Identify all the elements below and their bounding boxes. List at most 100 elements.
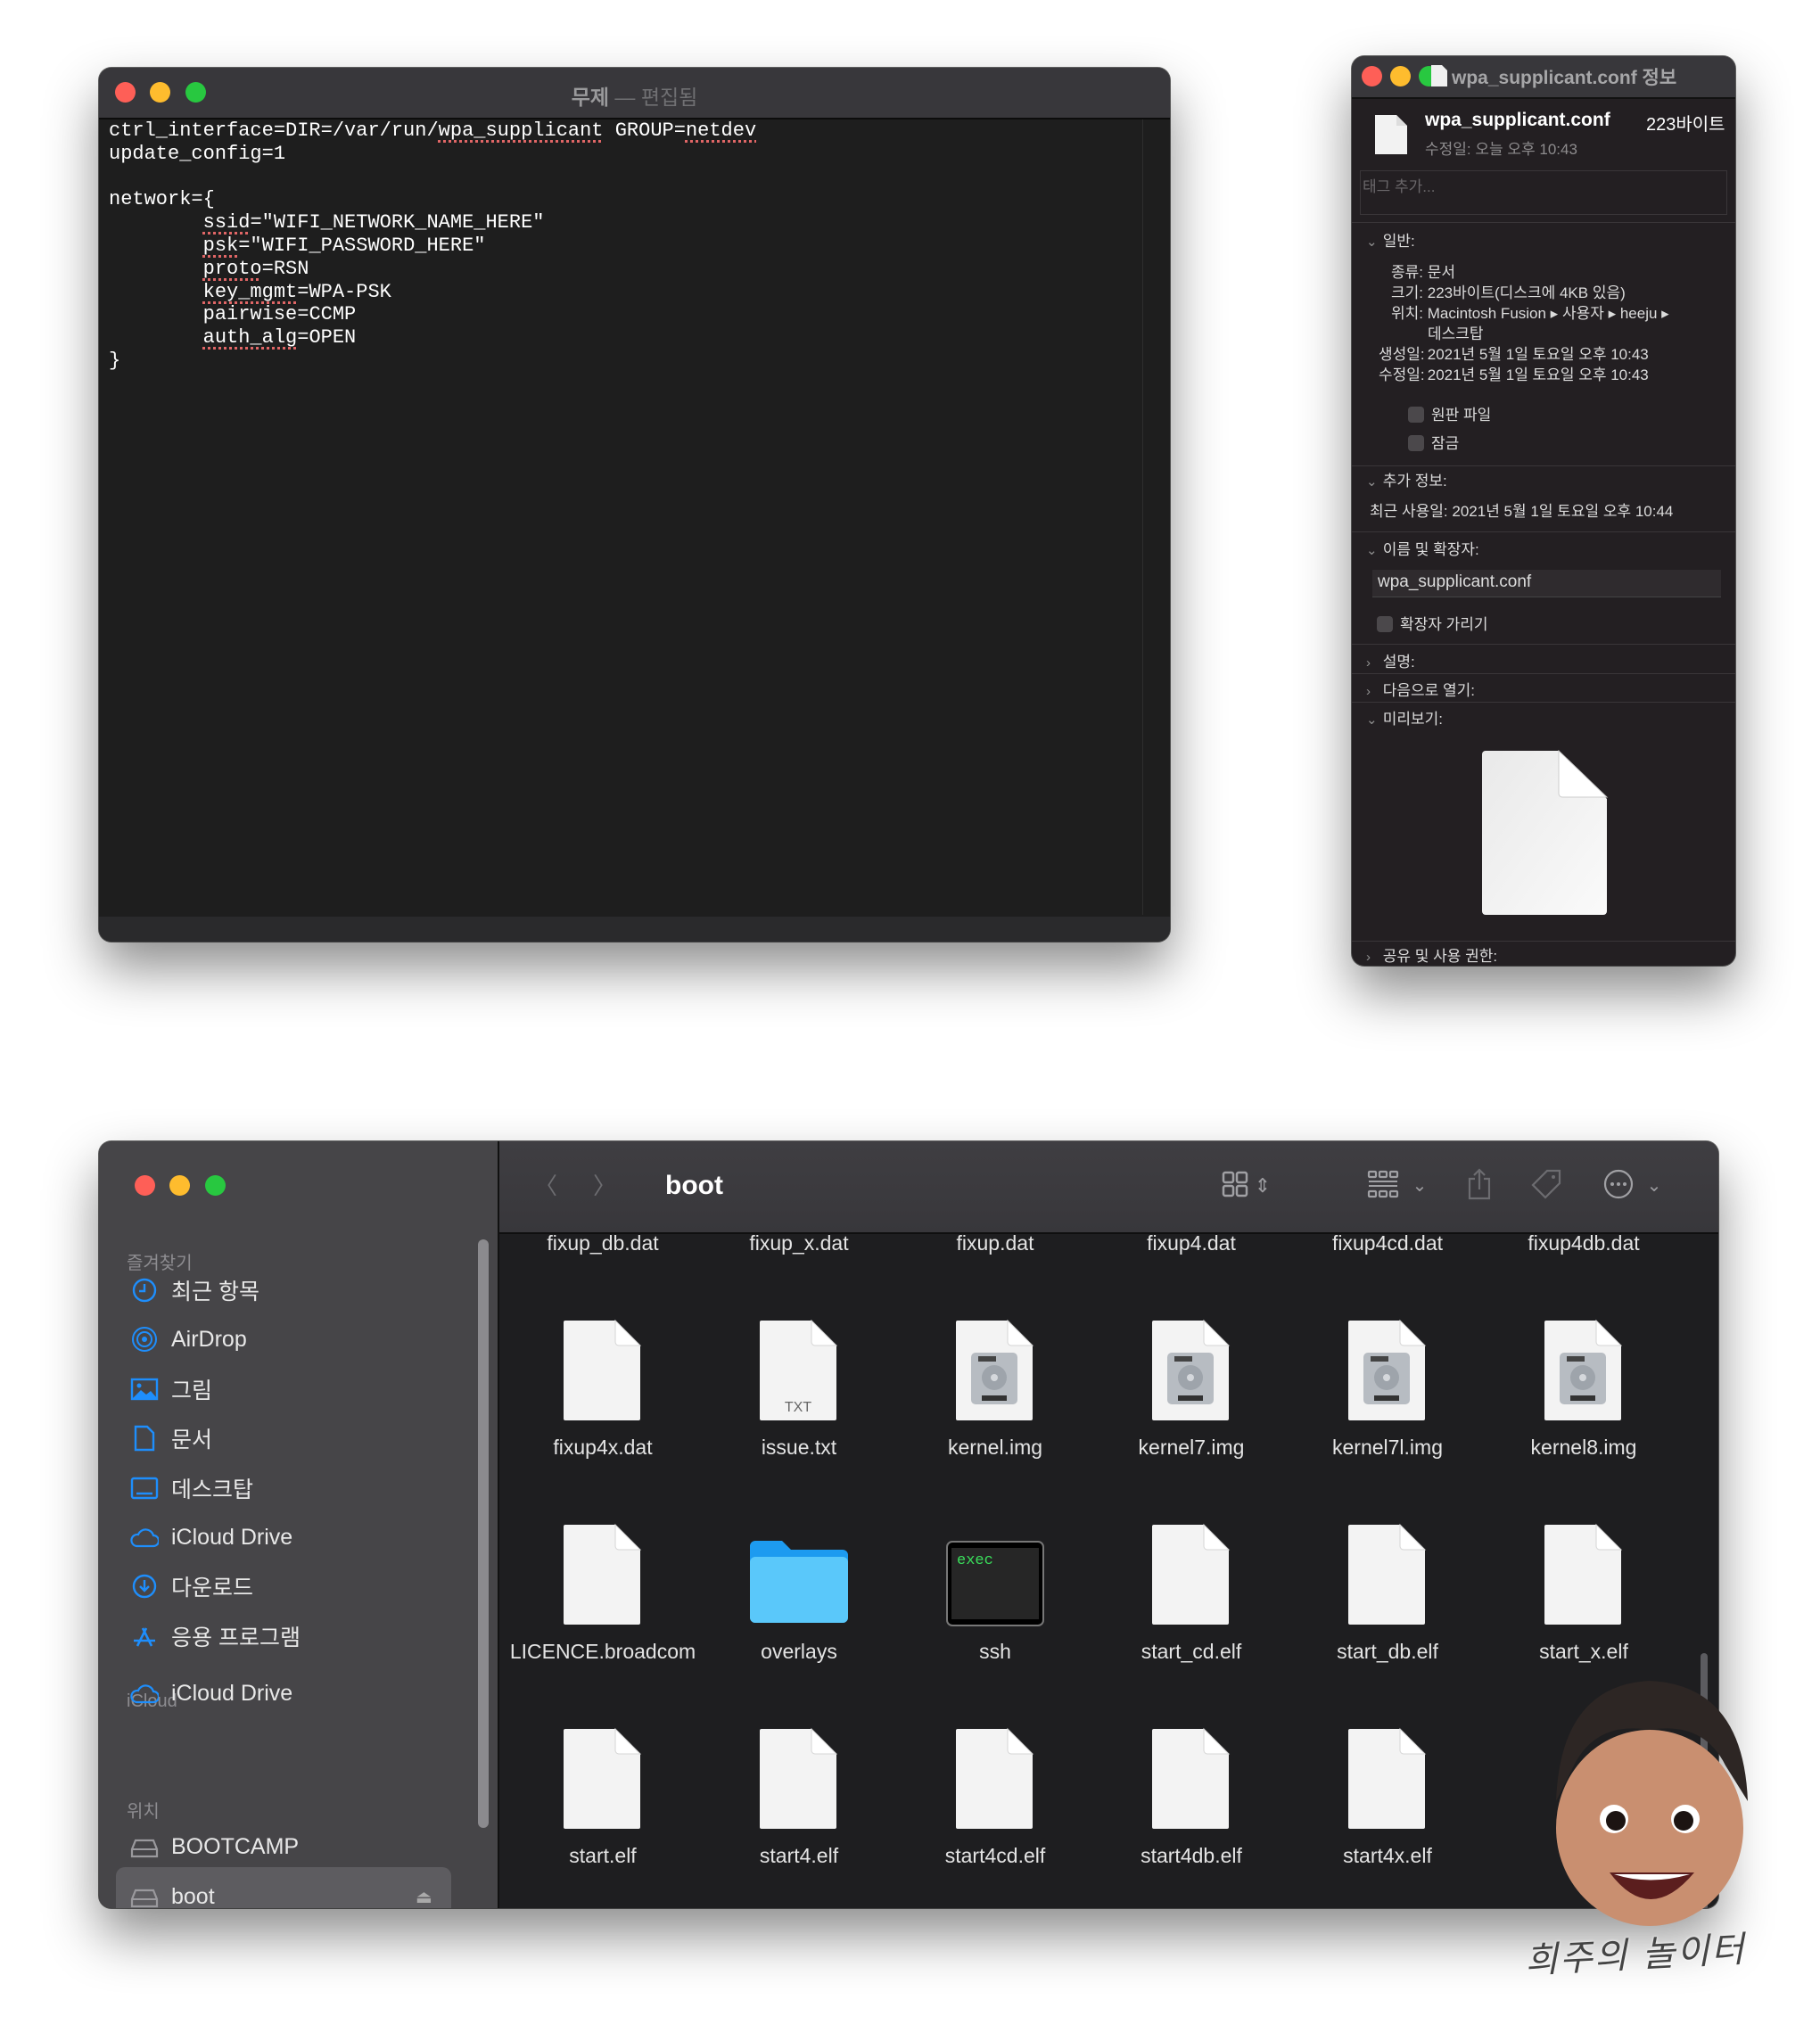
- code-text: ="WIFI_NETWORK_NAME_HERE": [250, 211, 545, 235]
- sidebar-item[interactable]: boot ⏏: [130, 1879, 432, 1908]
- name-ext-toggle[interactable]: ⌄ 이름 및 확장자:: [1366, 537, 1479, 559]
- chevron-down-icon[interactable]: ⌄: [1647, 1177, 1662, 1195]
- file-name: ssh: [979, 1640, 1011, 1663]
- airdrop-icon: [132, 1327, 157, 1353]
- code-text: ctrl_interface=DIR=/var/run/: [109, 119, 439, 142]
- close-button[interactable]: [135, 1175, 155, 1196]
- file-name: overlays: [761, 1640, 837, 1663]
- file-item[interactable]: fixup4cd.dat: [1289, 1234, 1486, 1315]
- file-item[interactable]: start_cd.elf: [1093, 1519, 1289, 1724]
- file-item[interactable]: LICENCE.broadcom: [505, 1519, 701, 1724]
- share-button[interactable]: [1467, 1168, 1492, 1204]
- locked-checkbox[interactable]: 잠금: [1408, 431, 1459, 453]
- ellipsis-circle-icon: [1603, 1169, 1634, 1199]
- scrollbar-track[interactable]: [1142, 119, 1143, 915]
- file-item[interactable]: kernel7l.img: [1289, 1315, 1486, 1519]
- sharing-toggle[interactable]: › 공유 및 사용 권한:: [1366, 943, 1497, 966]
- file-item[interactable]: kernel7.img: [1093, 1315, 1289, 1519]
- minimize-button[interactable]: [169, 1175, 190, 1196]
- file-item[interactable]: fixup_x.dat: [701, 1234, 897, 1315]
- file-name: fixup4cd.dat: [1331, 1234, 1444, 1255]
- code-text: ="WIFI_PASSWORD_HERE": [238, 234, 486, 257]
- file-item[interactable]: fixup.dat: [897, 1234, 1093, 1315]
- file-icon-wrap: [505, 1519, 701, 1626]
- file-item[interactable]: fixup4.dat: [1093, 1234, 1289, 1315]
- back-button[interactable]: 〈: [534, 1174, 557, 1197]
- created-value: 2021년 5월 1일 토요일 오후 10:43: [1427, 346, 1649, 363]
- sidebar-item-label: 그림: [171, 1378, 213, 1403]
- chevron-down-icon[interactable]: ⌄: [1412, 1177, 1428, 1195]
- sidebar-item-label: iCloud Drive: [171, 1524, 293, 1550]
- group-button[interactable]: [1367, 1170, 1399, 1202]
- file-icon-wrap: [1486, 1315, 1682, 1422]
- file-item[interactable]: kernel8.img: [1486, 1315, 1682, 1519]
- file-item[interactable]: fixup4db.dat: [1486, 1234, 1682, 1315]
- misspelled-word: key_mgmt: [202, 280, 298, 303]
- name-field[interactable]: wpa_supplicant.conf: [1372, 570, 1721, 597]
- sidebar-item[interactable]: 문서: [130, 1420, 212, 1456]
- file-item[interactable]: start4.elf: [701, 1724, 897, 1908]
- tags-field[interactable]: 태그 추가...: [1360, 170, 1727, 215]
- comments-toggle[interactable]: › 설명:: [1366, 649, 1415, 671]
- modified-label: 수정일:: [1379, 366, 1425, 383]
- open-with-toggle[interactable]: › 다음으로 열기:: [1366, 678, 1475, 700]
- preview-toggle[interactable]: ⌄ 미리보기:: [1366, 706, 1443, 728]
- sidebar-item[interactable]: 최근 항목: [130, 1272, 259, 1308]
- where-value-cont: 데스크탑: [1428, 325, 1484, 342]
- sidebar-item[interactable]: iCloud Drive: [130, 1519, 292, 1555]
- sidebar-item[interactable]: 그림: [130, 1371, 212, 1407]
- file-item[interactable]: fixup_db.dat: [505, 1234, 701, 1315]
- sidebar-item[interactable]: iCloud Drive: [130, 1675, 292, 1711]
- title-separator: —: [614, 86, 636, 109]
- hide-extension-checkbox[interactable]: 확장자 가리기: [1377, 612, 1488, 634]
- file-item[interactable]: TXT issue.txt: [701, 1315, 897, 1519]
- general-section-toggle[interactable]: ⌄ 일반:: [1366, 228, 1415, 251]
- doc-icon: [134, 1425, 155, 1452]
- file-item[interactable]: fixup4x.dat: [505, 1315, 701, 1519]
- size-label: 크기:: [1390, 284, 1423, 301]
- close-button[interactable]: [1362, 66, 1382, 86]
- icon-view-button[interactable]: [1222, 1171, 1248, 1201]
- share-icon: [1468, 1168, 1491, 1200]
- text-area[interactable]: ctrl_interface=DIR=/var/run/wpa_supplica…: [109, 118, 1143, 373]
- eject-icon[interactable]: ⏏: [416, 1886, 432, 1908]
- file-item[interactable]: exec ssh: [897, 1519, 1093, 1724]
- more-info-toggle[interactable]: ⌄ 추가 정보:: [1366, 468, 1447, 490]
- chevron-down-icon: ⌄: [1366, 543, 1378, 558]
- file-name: start4cd.elf: [944, 1844, 1046, 1867]
- download-icon: [132, 1575, 157, 1599]
- toolbar: 〈 〉 boot ⇕ ⌄ ⌄: [499, 1141, 1718, 1234]
- sidebar-item[interactable]: 데스크탑: [130, 1470, 253, 1506]
- stationery-checkbox[interactable]: 원판 파일: [1408, 402, 1491, 424]
- sidebar-scrollbar[interactable]: [478, 1239, 489, 1828]
- file-item[interactable]: start4x.elf: [1289, 1724, 1486, 1908]
- tag-icon: [1531, 1169, 1561, 1199]
- file-item[interactable]: start4db.elf: [1093, 1724, 1289, 1908]
- sidebar-item[interactable]: 다운로드: [130, 1568, 253, 1604]
- sidebar-item[interactable]: BOOTCAMP: [130, 1829, 299, 1864]
- zoom-button[interactable]: [205, 1175, 226, 1196]
- file-item[interactable]: start_db.elf: [1289, 1519, 1486, 1724]
- editor-titlebar: 무제 — 편집됨: [99, 68, 1170, 119]
- file-icon-wrap: [1093, 1724, 1289, 1831]
- sidebar-item[interactable]: AirDrop: [130, 1321, 247, 1357]
- more-actions-button[interactable]: [1603, 1169, 1634, 1203]
- chevron-updown-icon[interactable]: ⇕: [1255, 1176, 1271, 1196]
- misspelled-word: ssid: [202, 211, 251, 235]
- file-item[interactable]: overlays: [701, 1519, 897, 1724]
- misspelled-word: netdev: [685, 119, 757, 142]
- file-item[interactable]: start.elf: [505, 1724, 701, 1908]
- window-title: wpa_supplicant.conf 정보: [1452, 68, 1677, 88]
- sidebar-item-label: 문서: [171, 1428, 213, 1453]
- sidebar-item[interactable]: 응용 프로그램: [130, 1618, 301, 1654]
- tag-button[interactable]: [1531, 1169, 1561, 1203]
- section-label: 이름 및 확장자:: [1382, 541, 1479, 558]
- window-title: 무제 — 편집됨: [99, 80, 1170, 111]
- forward-button[interactable]: 〉: [593, 1174, 616, 1197]
- file-name: wpa_supplicant.conf: [1425, 110, 1610, 130]
- minimize-button[interactable]: [1390, 66, 1411, 86]
- file-item[interactable]: kernel.img: [897, 1315, 1093, 1519]
- file-item[interactable]: start4cd.elf: [897, 1724, 1093, 1908]
